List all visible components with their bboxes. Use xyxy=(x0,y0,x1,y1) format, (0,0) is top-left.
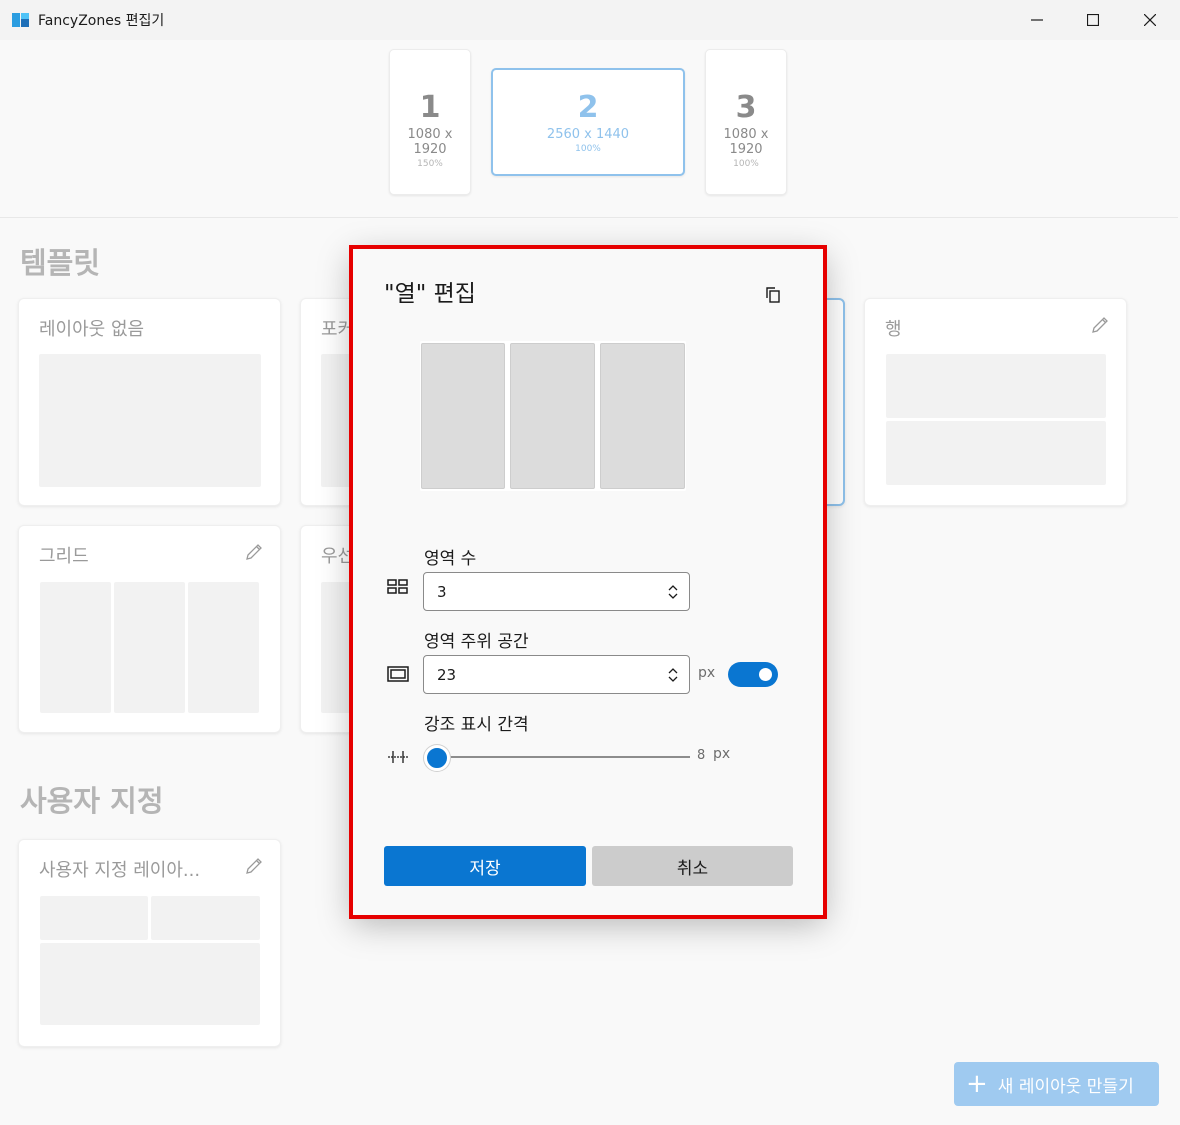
monitor-scale: 100% xyxy=(733,159,759,169)
space-around-icon xyxy=(387,666,409,682)
custom-heading: 사용자 지정 xyxy=(20,784,164,818)
zone-preview xyxy=(886,421,1106,485)
layout-card-custom[interactable]: 사용자 지정 레이아... xyxy=(18,839,281,1047)
highlight-distance-slider[interactable] xyxy=(424,745,450,771)
layout-preview xyxy=(420,341,686,491)
monitor-number: 1 xyxy=(419,90,441,125)
toggle-knob xyxy=(759,668,772,681)
minimize-button[interactable] xyxy=(1009,0,1065,40)
card-title: 사용자 지정 레이아... xyxy=(39,860,201,881)
save-button[interactable]: 저장 xyxy=(384,846,586,886)
maximize-button[interactable] xyxy=(1065,0,1121,40)
highlight-distance-unit: px xyxy=(713,746,731,762)
zone-count-value: 3 xyxy=(437,583,447,601)
new-layout-button[interactable]: + 새 레이아웃 만들기 xyxy=(954,1062,1159,1106)
monitor-resolution: 1080 x 1920 xyxy=(407,127,453,157)
close-icon xyxy=(1144,14,1156,26)
monitor-resolution: 2560 x 1440 xyxy=(546,127,630,142)
layout-card-priority-grid[interactable]: 우선 xyxy=(300,525,361,733)
space-around-stepper[interactable]: 23 xyxy=(423,655,690,694)
cancel-button[interactable]: 취소 xyxy=(592,846,793,886)
spin-chevrons-icon[interactable] xyxy=(667,583,679,601)
preview-zone xyxy=(421,343,505,489)
zone-preview xyxy=(39,354,261,487)
monitor-3[interactable]: 3 1080 x 1920 100% xyxy=(705,49,787,195)
spin-chevrons-icon[interactable] xyxy=(667,666,679,684)
new-layout-label: 새 레이아웃 만들기 xyxy=(997,1076,1134,1097)
monitor-2[interactable]: 2 2560 x 1440 100% xyxy=(491,68,685,176)
layout-card-grid[interactable]: 그리드 xyxy=(18,525,281,733)
duplicate-icon[interactable] xyxy=(764,286,782,304)
zone-preview xyxy=(188,582,259,713)
highlight-distance-value: 8 xyxy=(697,748,706,763)
zone-preview xyxy=(114,582,185,713)
edit-pencil-icon[interactable] xyxy=(1090,315,1110,335)
plus-icon: + xyxy=(966,1069,988,1099)
zone-preview xyxy=(886,354,1106,418)
preview-zone xyxy=(600,343,685,489)
preview-zone xyxy=(510,343,595,489)
maximize-icon xyxy=(1087,14,1099,26)
zone-count-label: 영역 수 xyxy=(424,549,477,569)
card-title: 우선 xyxy=(321,546,355,567)
space-around-label: 영역 주위 공간 xyxy=(424,632,529,652)
card-title: 포커 xyxy=(321,319,355,340)
card-title: 행 xyxy=(885,319,902,340)
zone-count-stepper[interactable]: 3 xyxy=(423,572,690,611)
close-button[interactable] xyxy=(1122,0,1178,40)
layout-card-no-layout[interactable]: 레이아웃 없음 xyxy=(18,298,281,506)
dialog-title: "열" 편집 xyxy=(384,281,476,307)
minimize-icon xyxy=(1031,19,1043,21)
monitor-selector: 1 1080 x 1920 150% 2 2560 x 1440 100% 3 … xyxy=(0,40,1178,218)
zone-preview xyxy=(40,943,260,1025)
title-bar: FancyZones 편집기 xyxy=(0,0,1180,40)
space-around-value: 23 xyxy=(437,666,457,684)
monitor-resolution: 1080 x 1920 xyxy=(723,127,769,157)
edit-pencil-icon[interactable] xyxy=(244,542,264,562)
layout-card-focus[interactable]: 포커 xyxy=(300,298,361,506)
monitor-number: 3 xyxy=(735,90,757,125)
zone-preview xyxy=(40,896,148,940)
monitor-1[interactable]: 1 1080 x 1920 150% xyxy=(389,49,471,195)
card-title: 레이아웃 없음 xyxy=(39,319,145,340)
edit-layout-dialog: "열" 편집 영역 수 3 영역 주위 공간 23 px 강조 표시 간격 8 … xyxy=(352,248,824,916)
space-around-unit: px xyxy=(698,665,716,681)
zone-preview xyxy=(40,582,111,713)
highlight-distance-label: 강조 표시 간격 xyxy=(424,715,529,735)
highlight-distance-icon xyxy=(388,751,408,763)
card-title: 그리드 xyxy=(39,546,89,567)
fancyzones-app-icon xyxy=(12,13,29,27)
monitor-number: 2 xyxy=(577,90,599,125)
layout-card-rows[interactable]: 행 xyxy=(864,298,1127,506)
templates-heading: 템플릿 xyxy=(20,246,101,280)
zone-preview xyxy=(151,896,260,940)
space-around-toggle[interactable] xyxy=(728,662,778,687)
zone-count-icon xyxy=(387,579,408,594)
window-title: FancyZones 편집기 xyxy=(38,13,165,29)
monitor-scale: 100% xyxy=(575,144,601,154)
monitor-scale: 150% xyxy=(417,159,443,169)
edit-pencil-icon[interactable] xyxy=(244,856,264,876)
highlight-distance-track[interactable] xyxy=(438,756,690,758)
